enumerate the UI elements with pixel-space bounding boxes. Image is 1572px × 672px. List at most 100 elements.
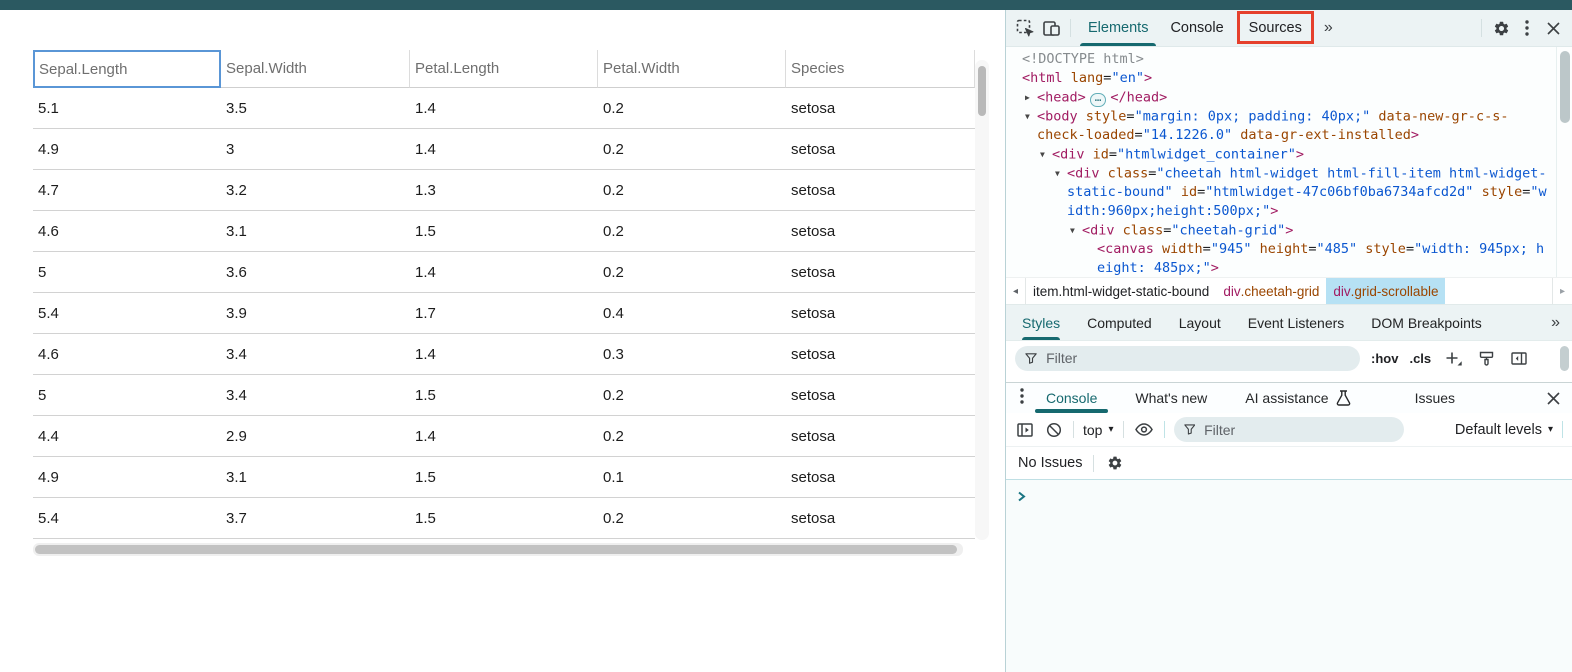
table-cell[interactable]: 4.9 xyxy=(33,129,221,169)
table-cell[interactable]: 4.6 xyxy=(33,211,221,251)
table-cell[interactable]: 3.6 xyxy=(221,252,410,292)
column-header-petal-length[interactable]: Petal.Length xyxy=(410,50,598,88)
tab-layout[interactable]: Layout xyxy=(1179,305,1221,340)
table-cell[interactable]: setosa xyxy=(786,252,975,292)
dom-tree-node[interactable]: idth:960px;height:500px;"> xyxy=(1006,202,1572,221)
dom-tree-node[interactable]: ▼<div class="cheetah html-widget html-fi… xyxy=(1006,164,1572,183)
table-cell[interactable]: setosa xyxy=(786,129,975,169)
table-cell[interactable]: 3 xyxy=(221,129,410,169)
breadcrumb-scroll-right-button[interactable]: ▸ xyxy=(1552,278,1572,304)
collapse-arrow-icon[interactable]: ▼ xyxy=(1055,164,1066,183)
table-cell[interactable]: 5.1 xyxy=(33,88,221,128)
breadcrumb-item[interactable]: div.cheetah-grid xyxy=(1216,278,1326,304)
tab-sources[interactable]: Sources xyxy=(1240,14,1311,41)
styles-filter-box[interactable] xyxy=(1015,346,1360,371)
column-header-petal-width[interactable]: Petal.Width xyxy=(598,50,786,88)
drawer-tab-whats-new[interactable]: What's new xyxy=(1121,383,1221,413)
collapse-arrow-icon[interactable]: ▼ xyxy=(1070,221,1081,240)
styles-scrollbar-thumb[interactable] xyxy=(1560,346,1569,371)
table-cell[interactable]: 0.3 xyxy=(598,334,786,374)
table-cell[interactable]: 1.4 xyxy=(410,252,598,292)
clear-console-button[interactable] xyxy=(1044,417,1064,443)
table-cell[interactable]: 0.2 xyxy=(598,211,786,251)
drawer-menu-button[interactable] xyxy=(1012,383,1032,409)
table-cell[interactable]: 4.9 xyxy=(33,457,221,497)
table-cell[interactable]: setosa xyxy=(786,211,975,251)
rendering-emulation-button[interactable] xyxy=(1475,345,1497,371)
dom-tree-node[interactable]: <!DOCTYPE html> xyxy=(1006,50,1572,69)
table-cell[interactable]: setosa xyxy=(786,498,975,538)
dom-tree-node[interactable]: ▼<div id="htmlwidget_container"> xyxy=(1006,145,1572,164)
table-cell[interactable]: setosa xyxy=(786,170,975,210)
breadcrumb-scroll-left-button[interactable]: ◂ xyxy=(1006,278,1026,304)
elements-tree-scrollbar[interactable] xyxy=(1556,47,1572,277)
table-cell[interactable]: 1.3 xyxy=(410,170,598,210)
dom-tree-node[interactable]: <canvas width="945" height="485" style="… xyxy=(1006,240,1572,259)
toggle-element-state-button[interactable]: :hov xyxy=(1371,351,1398,366)
dom-tree-node[interactable]: static-bound" id="htmlwidget-47c06bf0ba6… xyxy=(1006,183,1572,202)
tab-event-listeners[interactable]: Event Listeners xyxy=(1248,305,1345,340)
dom-tree-node[interactable]: check-loaded="14.1226.0" data-gr-ext-ins… xyxy=(1006,126,1572,145)
table-cell[interactable]: 0.2 xyxy=(598,498,786,538)
table-cell[interactable]: 0.1 xyxy=(598,457,786,497)
toggle-sidebar-panel-button[interactable] xyxy=(1508,345,1530,371)
console-settings-button[interactable] xyxy=(1105,450,1125,476)
table-vertical-scrollbar[interactable] xyxy=(975,60,989,540)
drawer-tab-console[interactable]: Console xyxy=(1032,383,1111,413)
console-prompt[interactable] xyxy=(1006,480,1572,672)
dom-tree-node[interactable]: ▼<div class="cheetah-grid"> xyxy=(1006,221,1572,240)
table-cell[interactable]: 5 xyxy=(33,375,221,415)
dom-tree-node[interactable]: ▼<body style="margin: 0px; padding: 40px… xyxy=(1006,107,1572,126)
drawer-tab-issues[interactable]: Issues xyxy=(1401,383,1469,413)
devtools-close-button[interactable] xyxy=(1540,15,1566,41)
table-cell[interactable]: 1.4 xyxy=(410,88,598,128)
drawer-close-button[interactable] xyxy=(1540,385,1566,411)
styles-filter-input[interactable] xyxy=(1044,349,1350,367)
table-cell[interactable]: 5 xyxy=(33,252,221,292)
table-cell[interactable]: setosa xyxy=(786,457,975,497)
column-header-species[interactable]: Species xyxy=(786,50,975,88)
devtools-settings-button[interactable] xyxy=(1488,15,1514,41)
table-cell[interactable]: 1.4 xyxy=(410,334,598,374)
breadcrumb-item-selected[interactable]: div.grid-scrollable xyxy=(1326,278,1445,304)
table-cell[interactable]: 4.7 xyxy=(33,170,221,210)
console-filter-box[interactable] xyxy=(1174,417,1404,442)
table-cell[interactable]: setosa xyxy=(786,375,975,415)
table-cell[interactable]: 1.5 xyxy=(410,211,598,251)
table-cell[interactable]: setosa xyxy=(786,334,975,374)
table-cell[interactable]: 3.1 xyxy=(221,211,410,251)
table-cell[interactable]: 2.9 xyxy=(221,416,410,456)
table-cell[interactable]: 1.5 xyxy=(410,375,598,415)
column-header-sepal-length[interactable]: Sepal.Length xyxy=(33,50,221,88)
table-cell[interactable]: 1.4 xyxy=(410,129,598,169)
more-tabs-button[interactable]: » xyxy=(1316,19,1341,37)
table-cell[interactable]: 0.2 xyxy=(598,375,786,415)
table-cell[interactable]: 0.2 xyxy=(598,252,786,292)
table-cell[interactable]: 4.4 xyxy=(33,416,221,456)
tab-styles[interactable]: Styles xyxy=(1022,305,1060,340)
elements-tree-scrollbar-thumb[interactable] xyxy=(1560,51,1570,123)
table-cell[interactable]: 3.9 xyxy=(221,293,410,333)
table-cell[interactable]: 1.4 xyxy=(410,416,598,456)
expand-inline-button[interactable]: … xyxy=(1090,93,1107,107)
table-cell[interactable]: 3.4 xyxy=(221,334,410,374)
console-filter-input[interactable] xyxy=(1202,421,1393,439)
drawer-tab-ai-assistance[interactable]: AI assistance xyxy=(1231,383,1364,413)
table-cell[interactable]: 5.4 xyxy=(33,293,221,333)
table-cell[interactable]: 3.5 xyxy=(221,88,410,128)
table-cell[interactable]: 0.2 xyxy=(598,170,786,210)
table-cell[interactable]: 0.4 xyxy=(598,293,786,333)
table-cell[interactable]: setosa xyxy=(786,416,975,456)
table-cell[interactable]: 0.2 xyxy=(598,129,786,169)
table-cell[interactable]: 1.5 xyxy=(410,457,598,497)
tab-console[interactable]: Console xyxy=(1159,10,1234,46)
collapse-arrow-icon[interactable]: ▼ xyxy=(1025,107,1036,126)
table-cell[interactable]: setosa xyxy=(786,88,975,128)
element-classes-button[interactable]: .cls xyxy=(1409,351,1431,366)
tab-elements[interactable]: Elements xyxy=(1077,10,1159,46)
create-live-expression-button[interactable] xyxy=(1133,417,1155,443)
dom-tree-node[interactable]: ▶<head>…</head> xyxy=(1006,88,1572,107)
console-sidebar-button[interactable] xyxy=(1015,417,1035,443)
new-style-rule-button[interactable] xyxy=(1442,345,1464,371)
tab-dom-breakpoints[interactable]: DOM Breakpoints xyxy=(1371,305,1481,340)
